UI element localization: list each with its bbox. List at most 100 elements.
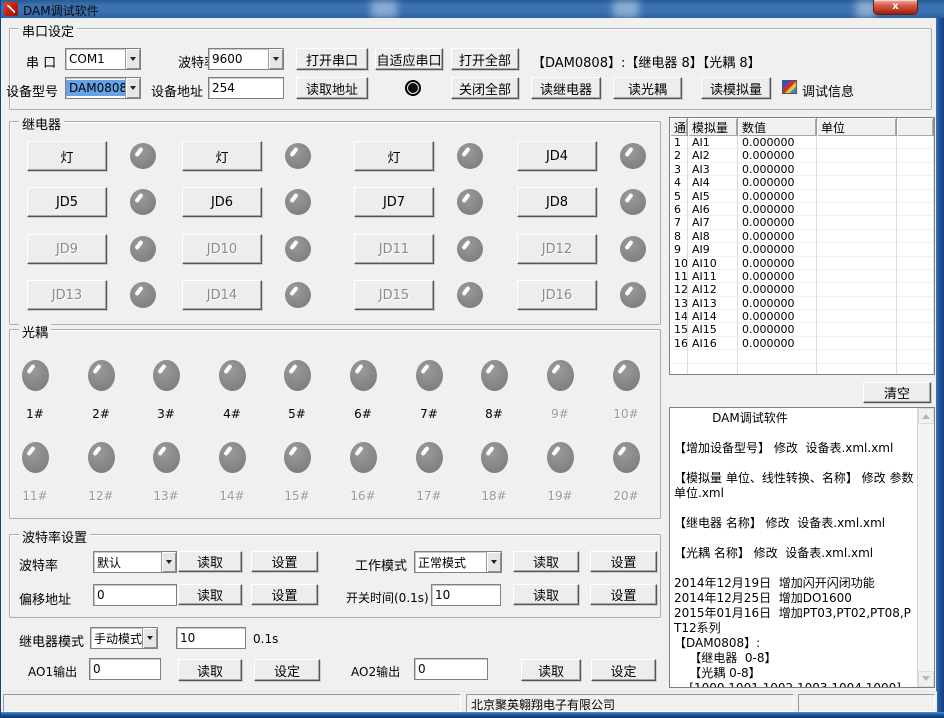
work-mode-read-button[interactable]: 读取 — [513, 551, 579, 572]
ao1-set-button[interactable]: 设定 — [254, 659, 320, 681]
model-combo[interactable]: DAM0808 — [65, 77, 141, 99]
ao2-input[interactable] — [414, 658, 488, 680]
baud-combo[interactable]: 9600 — [208, 48, 284, 70]
log-line — [674, 561, 915, 576]
log-text: DAM调试软件【增加设备型号】 修改 设备表.xml.xml【模拟量 单位、线性… — [670, 408, 917, 687]
log-line — [674, 531, 915, 546]
close-all-button[interactable]: 关闭全部 — [451, 77, 519, 99]
analog-row[interactable]: 8AI80.000000 — [670, 230, 934, 243]
read-opto-button[interactable]: 读光耦 — [613, 77, 682, 99]
relay-button-13[interactable]: JD13 — [27, 280, 107, 310]
relay-button-8[interactable]: JD8 — [517, 187, 597, 217]
analog-row[interactable]: 9AI90.000000 — [670, 243, 934, 256]
analog-row[interactable]: 12AI120.000000 — [670, 283, 934, 296]
log-scrollbar[interactable] — [917, 408, 934, 687]
analog-col-header[interactable] — [897, 118, 934, 136]
relay-cell: JD11 — [354, 234, 490, 264]
relay-button-2[interactable]: 灯 — [182, 141, 262, 171]
relay-time-input[interactable] — [176, 627, 246, 649]
title-bar[interactable]: DAM调试软件 x — [1, 0, 944, 18]
relay-button-15[interactable]: JD15 — [354, 280, 434, 310]
relay-button-14[interactable]: JD14 — [182, 280, 262, 310]
analog-cell — [897, 243, 934, 256]
offset-read-button[interactable]: 读取 — [178, 584, 242, 605]
chevron-down-icon[interactable] — [125, 49, 140, 69]
read-relay-button[interactable]: 读继电器 — [531, 77, 601, 99]
relay-button-4[interactable]: JD4 — [517, 141, 597, 171]
baudrate-combo[interactable]: 默认 — [93, 551, 177, 573]
relay-button-12[interactable]: JD12 — [517, 234, 597, 264]
offset-addr-input[interactable] — [93, 584, 177, 606]
switch-time-read-button[interactable]: 读取 — [513, 584, 579, 605]
analog-cell: 0.000000 — [738, 310, 817, 323]
analog-col-header[interactable]: 数值 — [738, 118, 817, 136]
analog-row[interactable]: 3AI30.000000 — [670, 163, 934, 176]
chevron-down-icon[interactable] — [486, 552, 501, 572]
relay-button-16[interactable]: JD16 — [517, 280, 597, 310]
baud-set-button[interactable]: 设置 — [251, 551, 318, 572]
analog-row[interactable]: 7AI70.000000 — [670, 216, 934, 229]
relay-button-10[interactable]: JD10 — [182, 234, 262, 264]
analog-row[interactable]: 4AI40.000000 — [670, 176, 934, 189]
relay-button-1[interactable]: 灯 — [27, 141, 107, 171]
analog-row[interactable]: 15AI150.000000 — [670, 323, 934, 336]
analog-col-header[interactable]: 通 — [670, 118, 688, 136]
analog-row[interactable] — [670, 350, 934, 363]
analog-row[interactable]: 13AI130.000000 — [670, 297, 934, 310]
opto-label-10: 10# — [602, 407, 650, 421]
switch-time-input[interactable] — [431, 584, 501, 606]
read-addr-button[interactable]: 读取地址 — [296, 77, 368, 99]
analog-cell — [897, 350, 934, 363]
ao1-read-button[interactable]: 读取 — [178, 659, 242, 681]
status-pane-left — [3, 694, 461, 712]
analog-cell: 14 — [670, 310, 688, 323]
chevron-down-icon[interactable] — [161, 552, 176, 572]
relay-button-9[interactable]: JD9 — [27, 234, 107, 264]
relay-button-3[interactable]: 灯 — [354, 141, 434, 171]
scroll-up-icon[interactable] — [918, 408, 934, 424]
analog-row[interactable]: 6AI60.000000 — [670, 203, 934, 216]
close-button[interactable]: x — [873, 0, 918, 15]
relay-button-11[interactable]: JD11 — [354, 234, 434, 264]
analog-col-header[interactable]: 单位 — [817, 118, 897, 136]
offset-set-button[interactable]: 设置 — [251, 584, 318, 605]
analog-cell: AI5 — [688, 190, 738, 203]
chevron-down-icon[interactable] — [125, 78, 140, 98]
read-analog-button[interactable]: 读模拟量 — [701, 77, 771, 99]
port-combo[interactable]: COM1 — [65, 48, 141, 70]
analog-row[interactable]: 11AI110.000000 — [670, 270, 934, 283]
switch-time-set-button[interactable]: 设置 — [590, 584, 657, 605]
relay-mode-combo[interactable]: 手动模式 — [90, 627, 158, 649]
ao2-set-button[interactable]: 设定 — [591, 659, 656, 681]
analog-col-header[interactable]: 模拟量 — [688, 118, 738, 136]
log-line: 2014年12月19日 增加闪开闪闭功能 — [674, 576, 915, 591]
analog-row[interactable]: 2AI20.000000 — [670, 149, 934, 162]
analog-cell — [897, 364, 934, 375]
chevron-down-icon[interactable] — [142, 628, 157, 648]
analog-cell: 0.000000 — [738, 216, 817, 229]
analog-cell: 10 — [670, 257, 688, 270]
offset-addr-label: 偏移地址 — [19, 589, 71, 608]
work-mode-set-button[interactable]: 设置 — [590, 551, 657, 572]
relay-button-5[interactable]: JD5 — [27, 187, 107, 217]
work-mode-combo[interactable]: 正常模式 — [414, 551, 502, 573]
ao2-read-button[interactable]: 读取 — [521, 659, 581, 681]
baud-read-button[interactable]: 读取 — [178, 551, 242, 572]
clear-log-button[interactable]: 清空 — [863, 382, 931, 403]
analog-row[interactable]: 1AI10.000000 — [670, 136, 934, 149]
analog-row[interactable]: 14AI140.000000 — [670, 310, 934, 323]
analog-row[interactable]: 16AI160.000000 — [670, 337, 934, 350]
relay-button-6[interactable]: JD6 — [182, 187, 262, 217]
analog-cell — [670, 350, 688, 363]
open-port-button[interactable]: 打开串口 — [296, 48, 368, 70]
analog-row[interactable] — [670, 364, 934, 375]
relay-button-7[interactable]: JD7 — [354, 187, 434, 217]
scroll-down-icon[interactable] — [918, 671, 934, 687]
analog-row[interactable]: 10AI100.000000 — [670, 257, 934, 270]
device-addr-input[interactable] — [208, 77, 284, 99]
open-all-button[interactable]: 打开全部 — [451, 48, 519, 70]
analog-row[interactable]: 5AI50.000000 — [670, 190, 934, 203]
chevron-down-icon[interactable] — [268, 49, 283, 69]
auto-port-button[interactable]: 自适应串口 — [375, 48, 443, 70]
ao1-input[interactable] — [89, 658, 161, 680]
